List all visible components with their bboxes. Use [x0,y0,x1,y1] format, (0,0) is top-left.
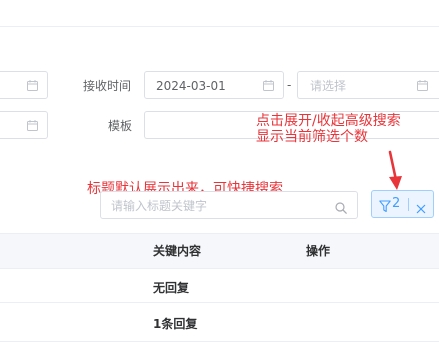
filter-count: 2 [392,196,401,211]
date-range-separator: - [287,78,292,92]
column-header-key-content: 关键内容 [153,244,202,258]
left-date-field-2[interactable] [0,111,48,139]
calendar-icon [417,80,428,91]
left-date-field-1[interactable] [0,71,48,99]
advanced-filter-toggle-button[interactable]: 2 [371,190,434,218]
annotation-toggle-hint-line1: 点击展开/收起高级搜索 [256,113,401,129]
search-icon [335,199,347,218]
receive-time-label: 接收时间 [83,79,132,93]
arrow-icon [388,150,402,190]
date-start-input[interactable]: 2024-03-01 [144,71,284,99]
filter-divider [408,198,409,211]
annotation-toggle-hint-line2: 显示当前筛选个数 [256,129,368,145]
close-icon[interactable] [416,199,426,218]
calendar-icon [27,80,38,91]
title-search-input[interactable]: 请输入标题关键字 [100,191,358,219]
calendar-icon [27,120,38,131]
date-end-placeholder: 请选择 [310,79,347,93]
filter-icon [379,198,391,217]
table-header [0,233,439,269]
top-header-strip [0,0,439,27]
template-label: 模板 [108,119,133,133]
table-cell-key-content: 1条回复 [153,317,198,331]
date-end-input[interactable]: 请选择 [297,71,439,99]
table-cell-key-content: 无回复 [153,281,190,295]
table-row-divider [0,302,439,303]
calendar-icon [263,80,274,91]
column-header-actions: 操作 [306,244,331,258]
date-start-value: 2024-03-01 [156,79,226,93]
search-placeholder: 请输入标题关键字 [111,199,208,213]
table-row-divider [0,341,439,342]
